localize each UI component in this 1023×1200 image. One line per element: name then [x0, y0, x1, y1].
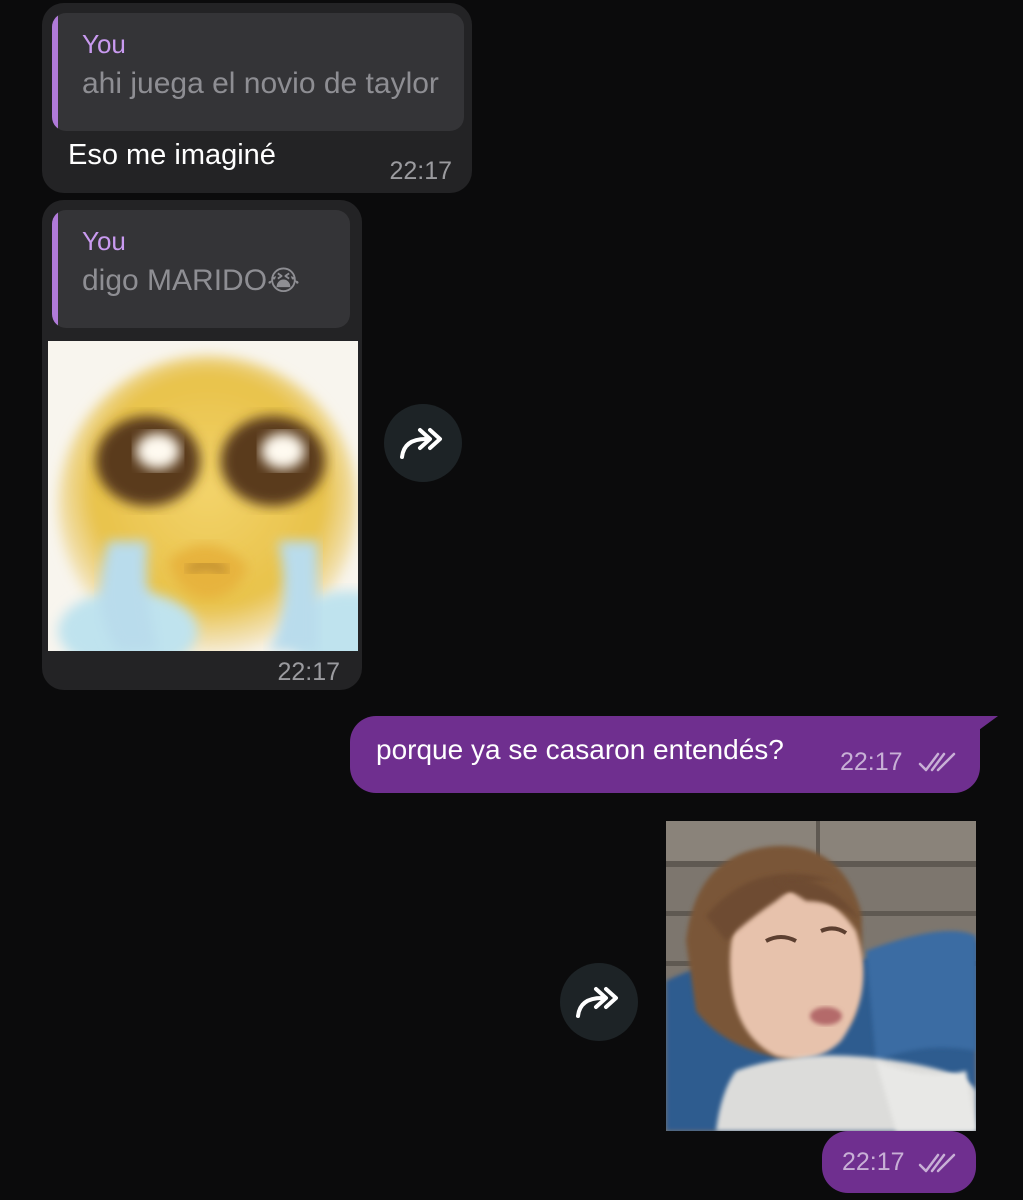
double-check-icon	[918, 752, 956, 772]
outgoing-photo-status[interactable]: 22:17	[822, 1131, 976, 1193]
photo-graphic	[666, 821, 976, 1131]
incoming-message-2[interactable]: You digo MARIDO😭 22:17	[42, 200, 362, 690]
message-time: 22:17	[277, 658, 340, 686]
reply-accent-bar	[52, 13, 58, 131]
message-time: 22:17	[842, 1148, 905, 1176]
reply-author: You	[82, 226, 126, 256]
forward-button[interactable]	[560, 963, 638, 1041]
forward-button[interactable]	[384, 404, 462, 482]
reply-quote[interactable]: You digo MARIDO😭	[52, 210, 350, 328]
message-text: Eso me imaginé	[68, 139, 276, 171]
sticker-graphic	[48, 341, 358, 651]
reply-quote[interactable]: You ahi juega el novio de taylor	[52, 13, 464, 131]
reply-text-content: digo MARIDO	[82, 264, 268, 297]
chat-screen: You ahi juega el novio de taylor Eso me …	[0, 0, 1023, 1200]
crying-woman-photo[interactable]	[666, 821, 976, 1131]
crying-emoji-icon: 😭	[267, 265, 300, 296]
message-text: porque ya se casaron entendés?	[376, 734, 784, 765]
outgoing-message-1[interactable]: porque ya se casaron entendés? 22:17	[350, 716, 980, 793]
forward-arrows-icon	[400, 428, 442, 459]
crying-emoji-sticker[interactable]	[48, 341, 358, 651]
reply-text: ahi juega el novio de taylor	[82, 67, 439, 100]
reply-text: digo MARIDO😭	[82, 264, 300, 298]
bubble-tail	[968, 716, 998, 738]
reply-author: You	[82, 29, 126, 59]
incoming-message-1[interactable]: You ahi juega el novio de taylor Eso me …	[42, 3, 472, 193]
forward-arrows-icon	[576, 987, 618, 1018]
reply-accent-bar	[52, 210, 58, 328]
double-check-icon	[918, 1153, 956, 1173]
message-time: 22:17	[389, 157, 452, 185]
message-time: 22:17	[840, 748, 903, 776]
